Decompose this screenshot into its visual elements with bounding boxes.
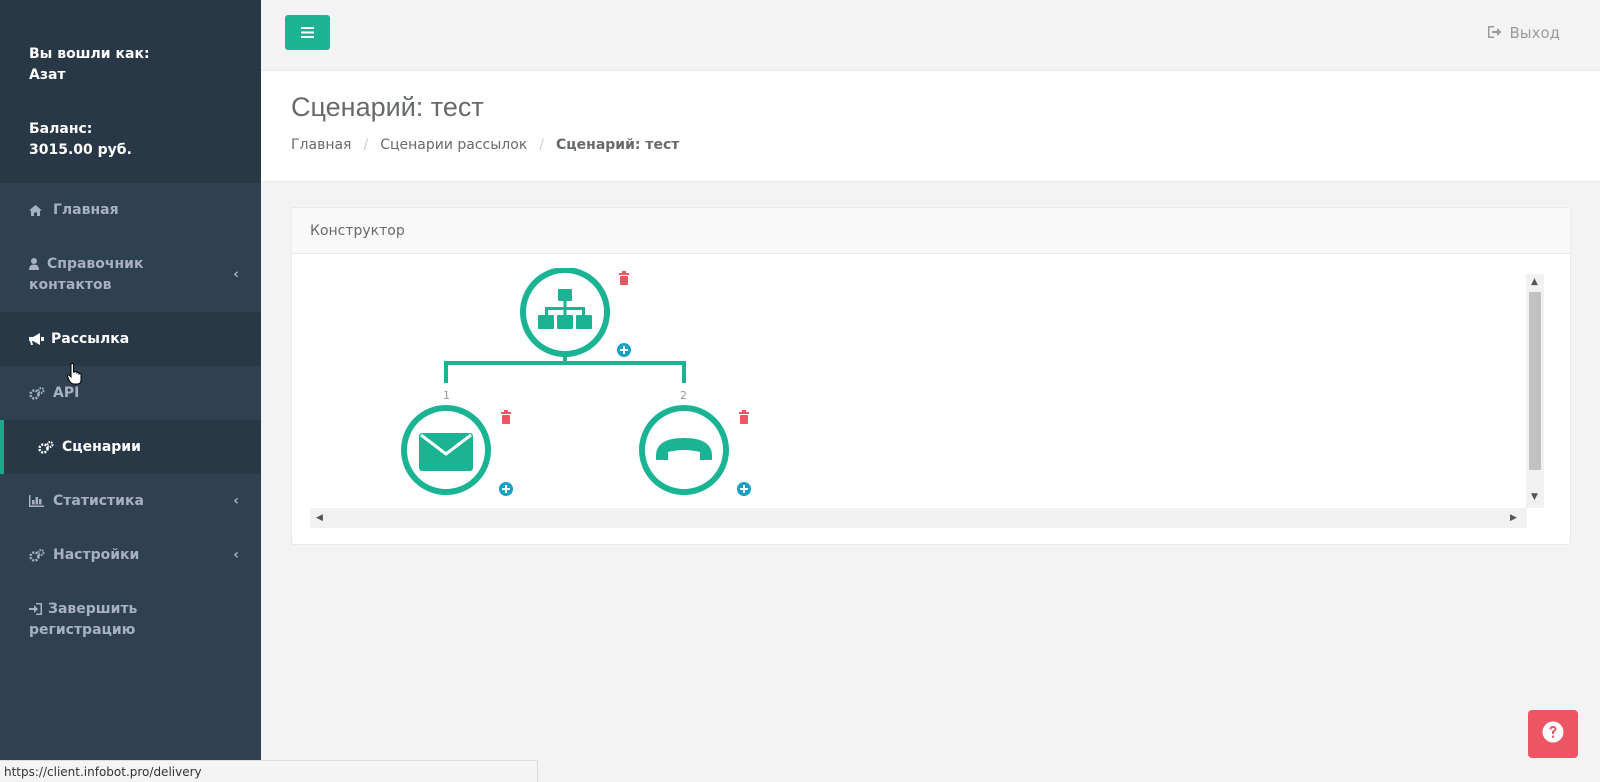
browser-status-url: https://client.infobot.pro/delivery — [0, 760, 538, 782]
root-node[interactable] — [520, 268, 610, 357]
envelope-icon — [419, 433, 473, 471]
constructor-panel: Конструктор 1 2 ▲ ▼ ◀ ▶ — [291, 207, 1571, 545]
balance-label: Баланс: — [29, 121, 93, 137]
sidebar-item-label: Рассылка — [51, 331, 130, 347]
chevron-left-icon: ‹ — [233, 493, 239, 509]
cogs-icon — [38, 440, 55, 454]
megaphone-icon — [29, 333, 44, 345]
sidebar-item-label: регистрацию — [29, 621, 136, 638]
delete-node-icon[interactable] — [501, 410, 511, 424]
delete-node-icon[interactable] — [739, 410, 749, 424]
sidebar-item-delivery[interactable]: Рассылка — [0, 312, 261, 366]
logout-label: Выход — [1509, 24, 1560, 42]
bar-chart-icon — [29, 495, 46, 507]
breadcrumb-separator: / — [539, 137, 544, 153]
sidebar-item-label: Настройки — [53, 547, 140, 563]
sidebar-item-label: Статистика — [53, 493, 144, 509]
question-circle-icon — [1542, 721, 1564, 747]
help-button[interactable] — [1528, 710, 1578, 758]
sidebar-item-label: Завершить — [48, 600, 138, 617]
sign-in-icon — [29, 603, 43, 615]
topbar: Выход — [261, 0, 1600, 71]
page-heading: Сценарий: тест Главная / Сценарии рассыл… — [261, 71, 1600, 182]
logout-link[interactable]: Выход — [1488, 24, 1560, 42]
breadcrumb-home[interactable]: Главная — [291, 137, 351, 153]
sidebar-item-home[interactable]: Главная — [0, 183, 261, 237]
branch-label-2: 2 — [680, 389, 687, 402]
user-name: Азат — [29, 67, 66, 83]
sign-out-icon — [1488, 24, 1502, 42]
chevron-left-icon: ‹ — [233, 266, 239, 282]
vertical-scroll-thumb[interactable] — [1529, 292, 1541, 470]
breadcrumb-current: Сценарий: тест — [556, 137, 680, 153]
sidebar-item-contacts[interactable]: Справочник контактов ‹ — [0, 237, 261, 312]
call-node[interactable] — [639, 405, 729, 495]
user-icon — [29, 258, 42, 270]
branch-label-1: 1 — [443, 389, 450, 402]
sidebar-item-finish-registration[interactable]: Завершить регистрацию — [0, 582, 261, 657]
logged-in-label: Вы вошли как: — [29, 46, 150, 62]
panel-title: Конструктор — [292, 208, 1570, 254]
breadcrumb-separator: / — [363, 137, 369, 153]
cogs-icon — [29, 548, 46, 562]
sidebar-item-scenarios[interactable]: Сценарии — [0, 420, 261, 474]
email-node[interactable] — [401, 405, 491, 495]
sidebar-nav: Главная Справочник контактов ‹ Рассылка — [0, 183, 261, 657]
sidebar-item-api[interactable]: API — [0, 366, 261, 420]
chevron-left-icon: ‹ — [233, 547, 239, 563]
add-node-icon[interactable] — [737, 482, 751, 496]
horizontal-scrollbar[interactable]: ◀ ▶ — [310, 508, 1527, 528]
scroll-up-arrow-icon[interactable]: ▲ — [1531, 277, 1538, 287]
add-node-icon[interactable] — [499, 482, 513, 496]
sidebar-item-settings[interactable]: Настройки ‹ — [0, 528, 261, 582]
sidebar: Вы вошли как: Азат Баланс: 3015.00 руб. … — [0, 0, 261, 782]
branch-connector — [444, 355, 686, 383]
breadcrumb: Главная / Сценарии рассылок / Сценарий: … — [291, 137, 1600, 153]
hamburger-icon — [301, 23, 314, 42]
breadcrumb-scenarios[interactable]: Сценарии рассылок — [380, 137, 527, 153]
vertical-scrollbar[interactable]: ▲ ▼ — [1526, 274, 1544, 508]
cogs-icon — [29, 386, 46, 400]
page-title: Сценарий: тест — [291, 92, 484, 122]
scroll-left-arrow-icon[interactable]: ◀ — [316, 513, 323, 523]
add-node-icon[interactable] — [617, 343, 631, 357]
balance-value: 3015.00 руб. — [29, 142, 132, 158]
sidebar-item-label: Справочник — [47, 255, 144, 272]
sidebar-item-label: Сценарии — [62, 439, 141, 455]
user-profile: Вы вошли как: Азат Баланс: 3015.00 руб. — [0, 0, 261, 183]
hand-cursor-icon — [66, 363, 83, 389]
delete-node-icon[interactable] — [619, 271, 629, 285]
sidebar-item-label: Главная — [53, 202, 119, 218]
home-icon — [29, 204, 46, 216]
scroll-down-arrow-icon[interactable]: ▼ — [1531, 492, 1538, 502]
scroll-right-arrow-icon[interactable]: ▶ — [1510, 513, 1517, 523]
menu-toggle-button[interactable] — [285, 15, 330, 50]
sidebar-item-label: контактов — [29, 276, 112, 293]
sidebar-item-statistics[interactable]: Статистика ‹ — [0, 474, 261, 528]
scenario-canvas: 1 2 — [401, 268, 751, 496]
